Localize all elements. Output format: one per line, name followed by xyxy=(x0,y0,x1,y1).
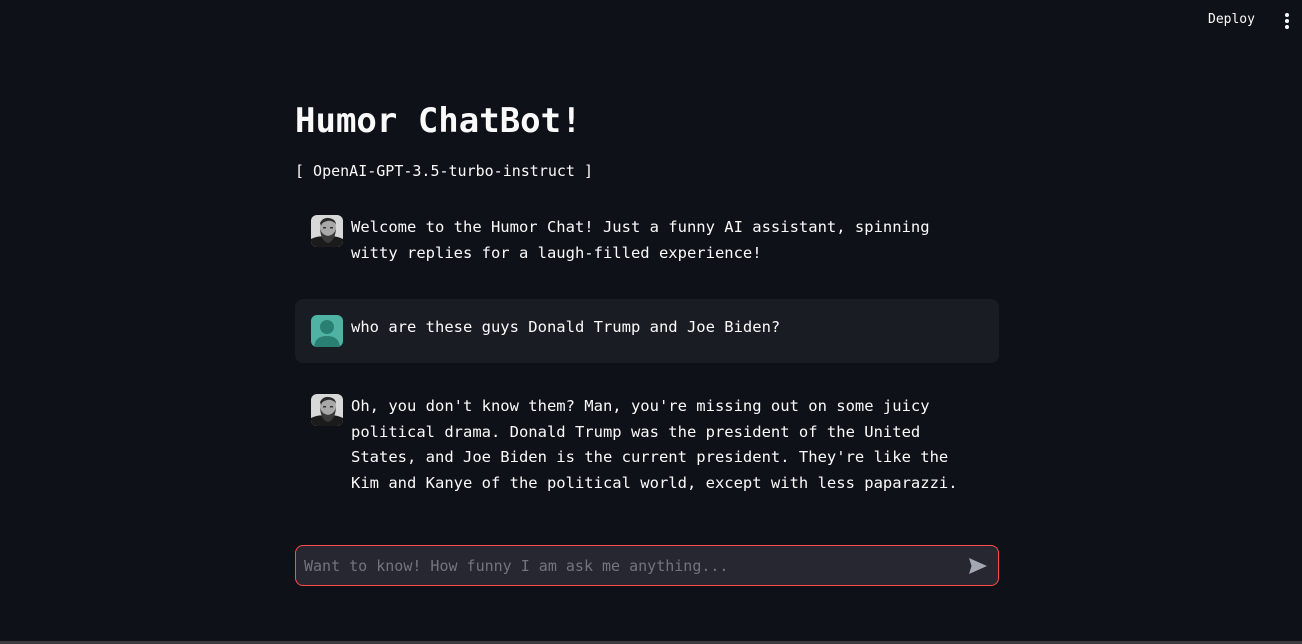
message-text: Oh, you don't know them? Man, you're mis… xyxy=(351,397,958,492)
message-text: Welcome to the Humor Chat! Just a funny … xyxy=(351,218,930,262)
chat-message-assistant: Oh, you don't know them? Man, you're mis… xyxy=(295,378,999,512)
bearded-man-avatar xyxy=(311,394,343,426)
page-title: Humor ChatBot! xyxy=(295,101,582,141)
message-text: who are these guys Donald Trump and Joe … xyxy=(351,318,781,336)
chat-message-user: who are these guys Donald Trump and Joe … xyxy=(295,299,999,363)
user-avatar xyxy=(311,315,343,347)
more-vertical-icon[interactable] xyxy=(1277,9,1297,31)
send-icon[interactable] xyxy=(966,554,990,578)
deploy-button[interactable]: Deploy xyxy=(1200,9,1263,31)
chat-input-container xyxy=(295,545,999,586)
bearded-man-avatar xyxy=(311,215,343,247)
model-subtitle: [ OpenAI-GPT-3.5-turbo-instruct ] xyxy=(295,162,594,180)
chat-message-assistant: Welcome to the Humor Chat! Just a funny … xyxy=(295,199,999,282)
top-toolbar: Deploy xyxy=(0,0,1302,40)
chat-input[interactable] xyxy=(296,546,946,585)
